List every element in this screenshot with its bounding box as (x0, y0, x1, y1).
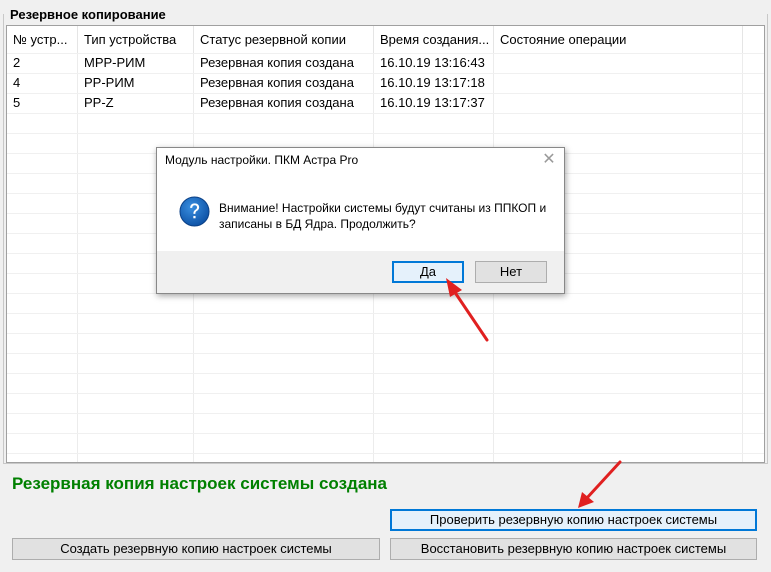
cell-number: 5 (13, 95, 21, 110)
cell-creation-time: 16.10.19 13:17:18 (380, 75, 485, 90)
cell-operation-state (494, 53, 743, 73)
restore-backup-button[interactable]: Восстановить резервную копию настроек си… (390, 538, 757, 560)
column-header-device-type[interactable]: Тип устройства (78, 26, 194, 53)
grid-line (7, 373, 764, 374)
cell-operation-state (494, 93, 743, 113)
table-header: № устр... Тип устройства Статус резервно… (7, 26, 764, 53)
grid-line (7, 433, 764, 434)
cell-backup-status: Резервная копия создана (200, 55, 354, 70)
cell-operation-state (494, 73, 743, 93)
cell-creation-time: 16.10.19 13:16:43 (380, 55, 485, 70)
annotation-arrow-check (578, 460, 622, 508)
column-header-backup-status[interactable]: Статус резервной копии (194, 26, 374, 53)
dialog-message-line: записаны в БД Ядра. Продолжить? (219, 217, 416, 231)
confirm-dialog: Модуль настройки. ПКМ Астра Pro ✕ Вниман… (156, 147, 565, 294)
grid-line (7, 453, 764, 454)
dialog-title: Модуль настройки. ПКМ Астра Pro (165, 153, 359, 167)
dialog-footer: Да Нет (157, 251, 564, 293)
question-icon (179, 196, 210, 227)
table-row[interactable]: 4 РР-РИМ Резервная копия создана 16.10.1… (7, 73, 764, 93)
grid-line (7, 353, 764, 354)
grid-line (7, 333, 764, 334)
table-row[interactable]: 5 РР-Z Резервная копия создана 16.10.19 … (7, 93, 764, 113)
grid-line (7, 313, 764, 314)
cell-creation-time: 16.10.19 13:17:37 (380, 95, 485, 110)
column-header-number[interactable]: № устр... (7, 26, 78, 53)
cell-number: 4 (13, 75, 21, 90)
cell-device-type: РР-Z (84, 95, 114, 110)
dialog-message-line: Внимание! Настройки системы будут считан… (219, 201, 547, 215)
yes-button[interactable]: Да (392, 261, 464, 283)
grid-line (7, 133, 764, 134)
grid-line (7, 113, 764, 114)
status-message: Резервная копия настроек системы создана (12, 474, 388, 493)
dialog-message: Внимание! Настройки системы будут считан… (219, 200, 549, 232)
cell-device-type: МРР-РИМ (84, 55, 146, 70)
create-backup-button[interactable]: Создать резервную копию настроек системы (12, 538, 380, 560)
close-icon[interactable]: ✕ (538, 150, 560, 170)
check-backup-button[interactable]: Проверить резервную копию настроек систе… (390, 509, 757, 531)
cell-backup-status: Резервная копия создана (200, 95, 354, 110)
column-header-operation-state[interactable]: Состояние операции (494, 26, 743, 53)
column-header-creation-time[interactable]: Время создания... (374, 26, 494, 53)
cell-number: 2 (13, 55, 21, 70)
grid-line (7, 413, 764, 414)
cell-device-type: РР-РИМ (84, 75, 135, 90)
no-button[interactable]: Нет (475, 261, 547, 283)
cell-backup-status: Резервная копия создана (200, 75, 354, 90)
grid-line (7, 393, 764, 394)
table-row[interactable]: 2 МРР-РИМ Резервная копия создана 16.10.… (7, 53, 764, 73)
